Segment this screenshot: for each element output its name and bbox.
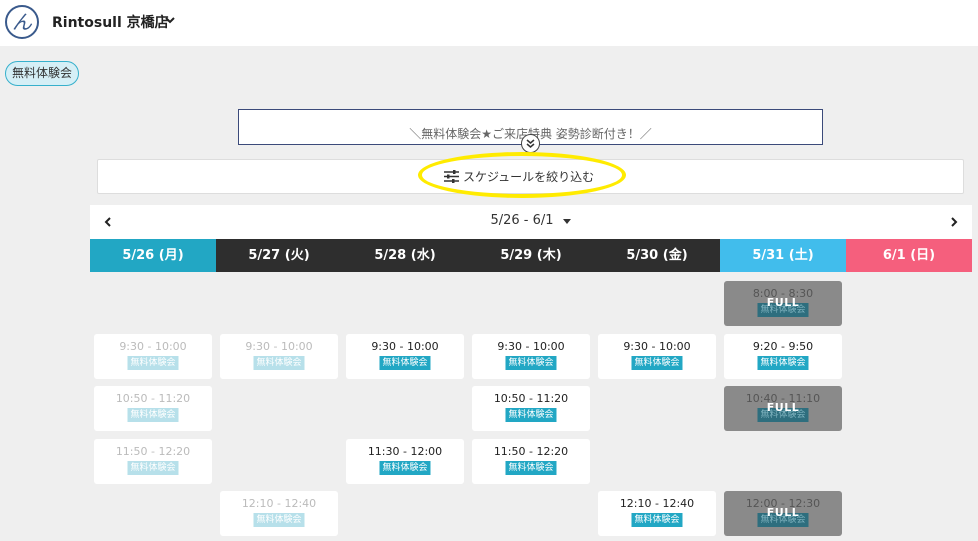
caret-down-icon bbox=[562, 218, 571, 224]
slot-badge: 無料体験会 bbox=[505, 355, 557, 370]
day-header: 6/1 (日) bbox=[846, 239, 972, 272]
day-header: 5/26 (月) bbox=[90, 239, 216, 272]
slot-time: 9:30 - 10:00 bbox=[245, 339, 313, 353]
slot-time: 10:50 - 11:20 bbox=[115, 392, 191, 405]
slot-time: 9:30 - 10:00 bbox=[119, 339, 187, 353]
slot-time: 12:10 - 12:40 bbox=[241, 497, 317, 510]
slot-time: 9:30 - 10:00 bbox=[623, 339, 691, 353]
full-label: FULL bbox=[766, 296, 800, 309]
slot-badge: 無料体験会 bbox=[127, 408, 179, 422]
day-header: 5/29 (木) bbox=[468, 239, 594, 272]
day-header: 5/27 (火) bbox=[216, 239, 342, 272]
store-name[interactable]: Rintosull 京橋店 bbox=[52, 12, 169, 32]
time-slot[interactable]: 9:30 - 10:00 無料体験会 bbox=[472, 333, 590, 379]
slot-badge: 無料体験会 bbox=[757, 355, 809, 370]
time-slot: 10:40 - 11:10 無料体験会 FULL bbox=[724, 386, 842, 431]
time-slot[interactable]: 10:50 - 11:20 無料体験会 bbox=[472, 386, 590, 431]
time-slot: 8:00 - 8:30 無料体験会 FULL bbox=[724, 281, 842, 326]
schedule-grid: 8:00 - 8:30 無料体験会 FULL 9:30 - 10:00 無料体験会 9:3… bbox=[90, 272, 972, 541]
time-slot: 12:00 - 12:30 無料体験会 FULL bbox=[724, 491, 842, 536]
slot-time: 9:30 - 10:00 bbox=[371, 339, 439, 353]
slot-time: 9:20 - 9:50 bbox=[752, 339, 814, 353]
week-navigation: 5/26 - 6/1 bbox=[90, 205, 972, 239]
slot-badge: 無料体験会 bbox=[127, 460, 179, 475]
slot-time: 12:10 - 12:40 bbox=[619, 497, 695, 510]
slot-badge: 無料体験会 bbox=[253, 355, 305, 370]
slot-badge: 無料体験会 bbox=[127, 355, 179, 370]
slot-time: 11:30 - 12:00 bbox=[367, 444, 443, 458]
time-slot[interactable]: 9:30 - 10:00 無料体験会 bbox=[346, 333, 464, 379]
time-slot: 9:30 - 10:00 無料体験会 bbox=[220, 333, 338, 379]
day-header: 5/30 (金) bbox=[594, 239, 720, 272]
slot-badge: 無料体験会 bbox=[379, 460, 431, 475]
slot-time: 11:50 - 12:20 bbox=[115, 444, 191, 458]
next-week-icon[interactable] bbox=[948, 214, 960, 230]
time-slot[interactable]: 9:20 - 9:50 無料体験会 bbox=[724, 333, 842, 379]
slot-time: 10:50 - 11:20 bbox=[493, 392, 569, 405]
chevron-down-icon[interactable] bbox=[163, 13, 177, 27]
time-slot[interactable]: 12:10 - 12:40 無料体験会 bbox=[598, 491, 716, 536]
category-tag[interactable]: 無料体験会 bbox=[5, 61, 80, 86]
time-slot[interactable]: 11:50 - 12:20 無料体験会 bbox=[472, 438, 590, 484]
full-label: FULL bbox=[766, 506, 800, 519]
slot-badge: 無料体験会 bbox=[505, 460, 557, 475]
day-header: 5/31 (土) bbox=[720, 239, 846, 272]
slot-badge: 無料体験会 bbox=[505, 408, 557, 422]
time-slot: 12:10 - 12:40 無料体験会 bbox=[220, 491, 338, 536]
full-label: FULL bbox=[766, 401, 800, 414]
schedule-filter-content[interactable]: スケジュールを絞り込む bbox=[444, 168, 594, 184]
double-chevron-down-icon bbox=[526, 139, 535, 148]
slot-time: 9:30 - 10:00 bbox=[497, 339, 565, 353]
day-header: 5/28 (水) bbox=[342, 239, 468, 272]
schedule-filter-label: スケジュールを絞り込む bbox=[463, 169, 595, 184]
time-slot: 11:50 - 12:20 無料体験会 bbox=[94, 438, 212, 484]
slot-badge: 無料体験会 bbox=[631, 513, 683, 527]
expand-banner-button[interactable] bbox=[521, 134, 540, 153]
time-slot[interactable]: 9:30 - 10:00 無料体験会 bbox=[598, 333, 716, 379]
time-slot: 10:50 - 11:20 無料体験会 bbox=[94, 386, 212, 431]
time-slot: 9:30 - 10:00 無料体験会 bbox=[94, 333, 212, 379]
day-header-row: 5/26 (月) 5/27 (火) 5/28 (水) 5/29 (木) 5/30 (金)… bbox=[90, 239, 972, 272]
slot-badge: 無料体験会 bbox=[631, 355, 683, 370]
app-header: ん Rintosull 京橋店 bbox=[0, 0, 978, 46]
sliders-icon bbox=[444, 169, 459, 183]
week-range-label: 5/26 - 6/1 bbox=[490, 213, 554, 228]
time-slot[interactable]: 11:30 - 12:00 無料体験会 bbox=[346, 438, 464, 484]
week-selector[interactable]: 5/26 - 6/1 bbox=[90, 213, 972, 228]
slot-badge: 無料体験会 bbox=[379, 355, 431, 370]
slot-time: 11:50 - 12:20 bbox=[493, 444, 569, 458]
slot-badge: 無料体験会 bbox=[253, 513, 305, 527]
brand-logo[interactable]: ん bbox=[5, 5, 39, 39]
